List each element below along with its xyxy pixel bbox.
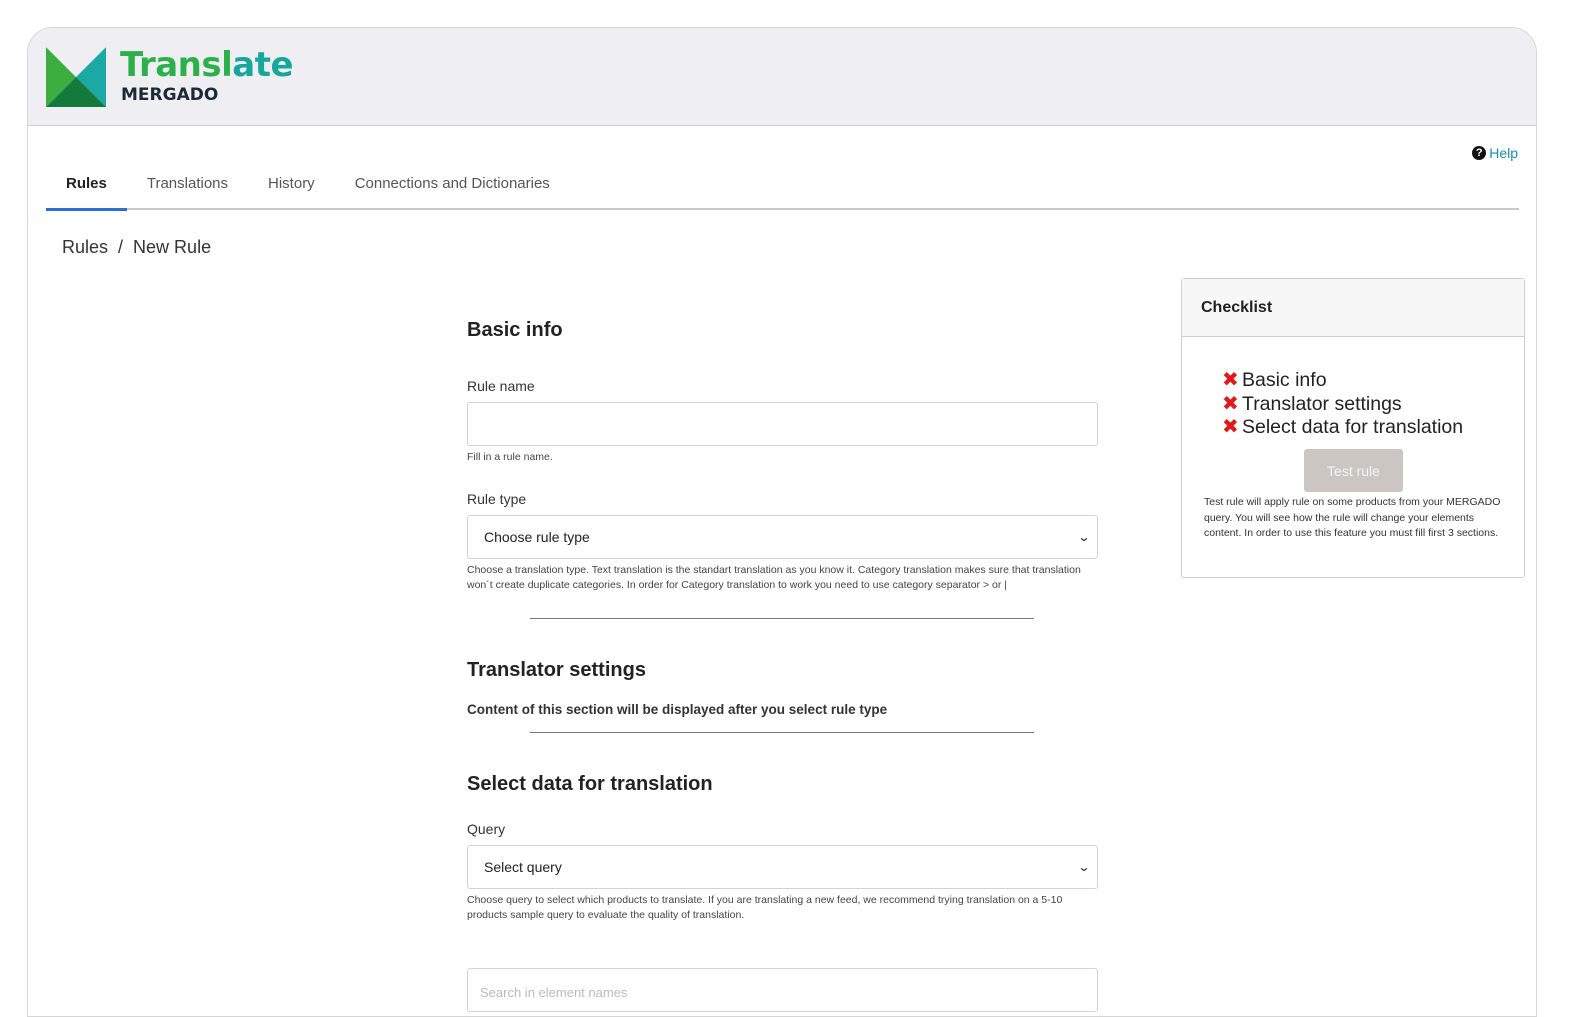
query-hint: Choose query to select which products to… [467,893,1063,922]
error-x-icon: ✖ [1222,392,1239,415]
main-tabs: Rules Translations History Connections a… [46,161,1519,211]
breadcrumb: Rules / New Rule [62,237,211,258]
checklist-panel: Checklist ✖ Basic info ✖ Translator sett… [1181,278,1525,578]
checklist-items: ✖ Basic info ✖ Translator settings ✖ Sel… [1222,369,1463,440]
chevron-down-icon: ⌄ [1077,529,1091,544]
query-selected: Select query [484,858,562,875]
breadcrumb-separator: / [118,237,124,257]
app-header: Translate MERGADO [28,28,1536,126]
translator-settings-note: Content of this section will be displaye… [467,701,888,717]
breadcrumb-rules-link[interactable]: Rules [62,237,108,257]
tab-connections-and-dictionaries[interactable]: Connections and Dictionaries [335,161,570,208]
checklist-item: ✖ Translator settings [1222,393,1463,417]
test-rule-description: Test rule will apply rule on some produc… [1204,496,1501,539]
rule-name-hint: Fill in a rule name. [467,451,553,463]
checklist-item: ✖ Basic info [1222,369,1463,393]
translator-settings-title: Translator settings [467,658,646,681]
rule-name-input[interactable] [467,402,1098,446]
test-rule-button[interactable]: Test rule [1304,449,1403,492]
section-divider [530,617,1034,619]
error-x-icon: ✖ [1222,369,1239,391]
checklist-item-label: Basic info [1242,369,1327,391]
rule-type-select[interactable]: Choose rule type ⌄ [467,514,1098,559]
new-rule-form: Basic info Rule name Fill in a rule name… [467,318,1098,1012]
element-search-placeholder: Search in element names [480,984,628,1000]
checklist-title: Checklist [1182,279,1524,337]
element-search-input[interactable]: Search in element names [467,967,1098,1012]
translate-mergado-logo[interactable]: Translate MERGADO [46,45,294,107]
question-circle-icon: ? [1472,146,1487,160]
chevron-down-icon: ⌄ [1077,859,1091,874]
app-window: Translate MERGADO ? Help Rules Translati… [27,27,1537,1017]
section-divider [530,731,1034,733]
select-data-title: Select data for translation [467,772,713,795]
tab-translations[interactable]: Translations [127,161,248,208]
help-label: Help [1489,145,1518,161]
breadcrumb-current: New Rule [133,237,212,257]
logo-wordmark: Translate [120,45,294,85]
rule-type-label: Rule type [467,490,527,507]
error-x-icon: ✖ [1222,416,1239,438]
query-select[interactable]: Select query ⌄ [467,844,1098,889]
tab-rules[interactable]: Rules [46,161,127,211]
basic-info-title: Basic info [467,319,563,341]
tab-history[interactable]: History [248,161,335,208]
rule-type-selected: Choose rule type [484,528,590,545]
checklist-item: ✖ Select data for translation [1222,416,1463,440]
help-link[interactable]: ? Help [1472,145,1518,161]
logo-subtitle: MERGADO [121,85,219,105]
rule-name-label: Rule name [467,378,535,394]
mergado-logo-mark [46,47,106,107]
checklist-item-label: Select data for translation [1242,416,1464,438]
rule-type-hint: Choose a translation type. Text translat… [467,563,1081,592]
checklist-item-label: Translator settings [1242,392,1402,415]
query-label: Query [467,820,506,837]
